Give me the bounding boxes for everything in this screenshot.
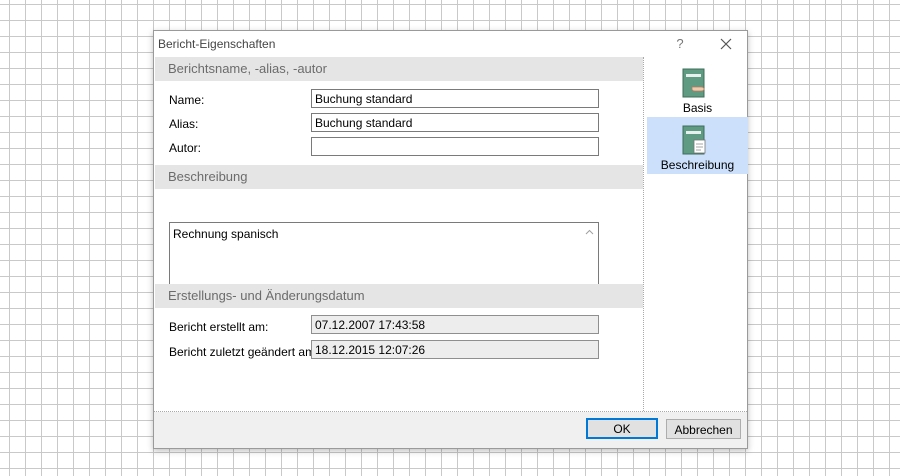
section-header-dates: Erstellungs- und Änderungsdatum [155, 284, 643, 308]
book-document-icon [682, 125, 706, 155]
author-label: Autor: [169, 141, 202, 155]
book-hand-icon [682, 68, 705, 98]
ok-button[interactable]: OK [586, 418, 658, 439]
author-input[interactable] [311, 137, 599, 156]
section-header-name: Berichtsname, -alias, -autor [155, 57, 643, 81]
cancel-button[interactable]: Abbrechen [666, 419, 741, 439]
alias-label: Alias: [169, 117, 199, 131]
category-sidebar: Basis Beschreibung [647, 57, 749, 411]
button-bar: OK Abbrechen [154, 412, 747, 448]
section-header-description: Beschreibung [155, 165, 643, 189]
properties-content: Berichtsname, -alias, -autor Name: Alias… [154, 57, 644, 411]
title-bar[interactable]: Bericht-Eigenschaften ? [154, 31, 747, 57]
name-input[interactable] [311, 89, 599, 108]
name-label: Name: [169, 93, 205, 107]
window-title: Bericht-Eigenschaften [158, 37, 276, 51]
help-button[interactable]: ? [670, 35, 690, 53]
help-icon: ? [676, 36, 684, 51]
created-date-field[interactable] [311, 315, 599, 334]
modified-date-field[interactable] [311, 340, 599, 359]
close-icon [720, 38, 732, 50]
sidebar-item-basis[interactable]: Basis [647, 60, 748, 117]
sidebar-label-basis: Basis [682, 101, 713, 115]
description-text: Rechnung spanisch [173, 227, 279, 241]
vertical-divider [643, 57, 644, 411]
alias-input[interactable] [311, 113, 599, 132]
modified-label: Bericht zuletzt geändert am: [169, 345, 319, 359]
sidebar-label-beschreibung: Beschreibung [660, 158, 735, 172]
report-properties-dialog: Bericht-Eigenschaften ? Berichtsname, -a… [153, 30, 748, 449]
sidebar-item-beschreibung[interactable]: Beschreibung [647, 117, 748, 174]
scroll-up-icon[interactable] [585, 229, 594, 235]
close-button[interactable] [713, 34, 739, 54]
created-label: Bericht erstellt am: [169, 320, 269, 334]
